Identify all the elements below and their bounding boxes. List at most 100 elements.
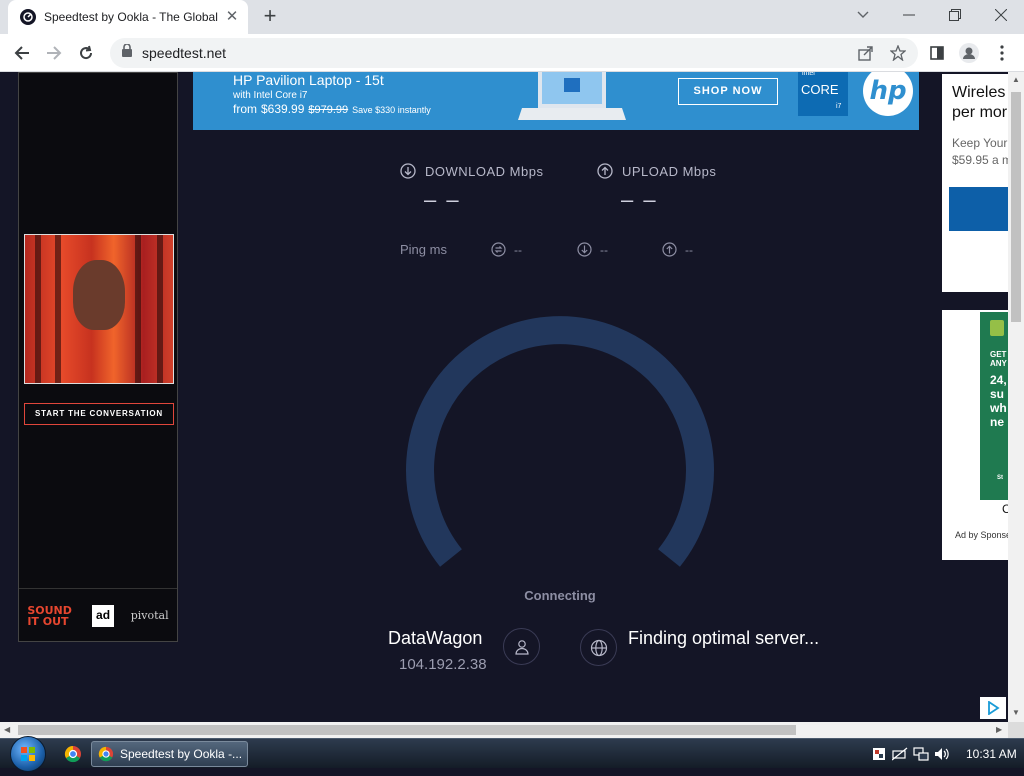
ad-green-text-4: su [990,387,1005,401]
hp-banner-ad[interactable]: HP Pavilion Laptop - 15t with Intel Core… [193,72,919,130]
upload-label: UPLOAD Mbps [597,163,716,179]
taskbar-chrome-window[interactable]: Speedtest by Ookla -... [91,741,248,767]
intel-i7-text: i7 [836,103,842,110]
clock[interactable]: 10:31 AM [966,747,1017,761]
start-conversation-button[interactable]: START THE CONVERSATION [24,403,174,425]
intel-top-text: intel [802,72,815,77]
ad-sponsor-logos: SOUND IT OUT ad pivotal [19,588,177,642]
ad-green-text-7: St [997,475,1003,481]
idle-ping-icon [491,242,506,257]
download-ping-icon [577,242,592,257]
side-panel-icon[interactable] [923,39,951,67]
new-tab-button[interactable]: + [258,5,282,29]
server-status: Finding optimal server... [628,628,820,648]
upload-icon [597,163,613,179]
upload-ping-icon [662,242,677,257]
upload-label-text: UPLOAD Mbps [622,163,717,179]
lock-icon[interactable] [122,43,132,62]
price-savings: Save $330 instantly [352,105,431,115]
chrome-task-icon [98,746,114,762]
system-tray: 10:31 AM [870,739,1024,769]
price-old: $979.99 [308,104,349,116]
right-ad-wireless[interactable]: Wireles per mor Keep Your $59.95 a m [942,74,1008,292]
ad-line-3: Keep Your [952,136,1008,150]
ping-download: -- [577,242,608,257]
download-icon [400,163,416,179]
download-ping-value: -- [600,242,608,257]
ad-green-text-6: ne [990,415,1005,429]
restore-icon[interactable] [932,0,978,30]
ping-row: Ping ms -- -- -- [400,242,720,260]
ad-line-4: $59.95 a m [952,153,1008,167]
laptop-image [518,72,626,124]
reload-icon[interactable] [72,39,100,67]
scroll-up-icon[interactable]: ▲ [1012,75,1020,84]
browser-toolbar: speedtest.net [0,34,1024,72]
scroll-left-icon[interactable]: ◀ [4,725,10,734]
share-icon[interactable] [858,45,874,61]
shop-now-button[interactable]: SHOP NOW [678,78,778,105]
shopify-bag-icon [990,320,1004,336]
start-button[interactable] [10,736,46,772]
forward-icon[interactable] [40,39,68,67]
price-current: $639.99 [261,102,305,116]
url-text[interactable]: speedtest.net [142,45,226,61]
windows-taskbar: Speedtest by Ookla -... 10:31 AM [0,736,1024,772]
ping-upload: -- [662,242,693,257]
hp-logo: hp [863,72,913,116]
upload-ping-value: -- [685,242,693,257]
ad-green-text-2: ANY [990,359,1007,368]
taskbar-window-label: Speedtest by Ookla -... [120,747,243,761]
adchoices-icon[interactable] [980,697,1006,719]
isp-name: DataWagon [388,628,483,648]
action-center-flag-icon[interactable] [870,745,888,763]
ad-council-logo: ad [92,604,115,627]
power-icon[interactable] [891,745,909,763]
close-icon[interactable] [978,0,1024,30]
scrollbar-corner [1008,722,1024,738]
address-bar[interactable]: speedtest.net [110,38,918,68]
sound-it-out-logo: SOUND IT OUT [27,603,72,628]
more-menu-icon[interactable] [988,39,1016,67]
speedtest-favicon-icon [20,9,36,25]
volume-icon[interactable] [933,745,951,763]
back-icon[interactable] [8,39,36,67]
vertical-scroll-thumb[interactable] [1011,92,1021,322]
ad-line-2: per mor [952,104,1008,121]
user-icon [503,628,540,665]
download-label: DOWNLOAD Mbps [400,163,543,179]
ad-green-text-3: 24, [990,373,1007,387]
ad-poster-image[interactable] [24,234,174,384]
ping-latency: -- [491,242,522,257]
minimize-icon[interactable] [886,0,932,30]
isp-ip-address: 104.192.2.38 [399,656,487,673]
bookmark-star-icon[interactable] [889,44,907,62]
left-ad[interactable]: START THE CONVERSATION SOUND IT OUT ad p… [18,72,178,642]
network-icon[interactable] [912,745,930,763]
ad-cta-button[interactable] [949,187,1008,231]
page-content: START THE CONVERSATION SOUND IT OUT ad p… [0,72,1008,722]
horizontal-scrollbar[interactable]: ◀ ▶ [0,722,1008,738]
ad-subtitle: with Intel Core i7 [233,90,308,101]
idle-ping-value: -- [514,242,522,257]
ad-line-1: Wireles [952,84,1006,101]
ping-label: Ping ms [400,242,447,257]
vertical-scrollbar[interactable]: ▲ ▼ [1008,72,1024,722]
chrome-pinned-icon[interactable] [60,741,86,767]
tab-close-icon[interactable]: ✕ [224,9,240,25]
tab-search-icon[interactable] [840,0,886,30]
ad-green-text-5: wh [990,401,1007,415]
speed-gauge [396,310,724,580]
pivotal-logo: pivotal [130,609,169,622]
right-ad-shopify[interactable]: GET A ANY 24, su wh ne St C Ad by Sponse [942,310,1008,560]
browser-tab[interactable]: Speedtest by Ookla - The Global ✕ [8,0,248,34]
globe-icon[interactable] [580,629,617,666]
ad-green-text-1: GET A [990,350,1008,359]
horizontal-scroll-thumb[interactable] [18,725,796,735]
download-value: – – [424,187,461,212]
scroll-down-icon[interactable]: ▼ [1012,708,1020,717]
profile-avatar-icon[interactable] [955,39,983,67]
scroll-right-icon[interactable]: ▶ [996,725,1002,734]
ad-title: HP Pavilion Laptop - 15t [233,72,384,88]
gauge-status: Connecting [524,588,596,603]
